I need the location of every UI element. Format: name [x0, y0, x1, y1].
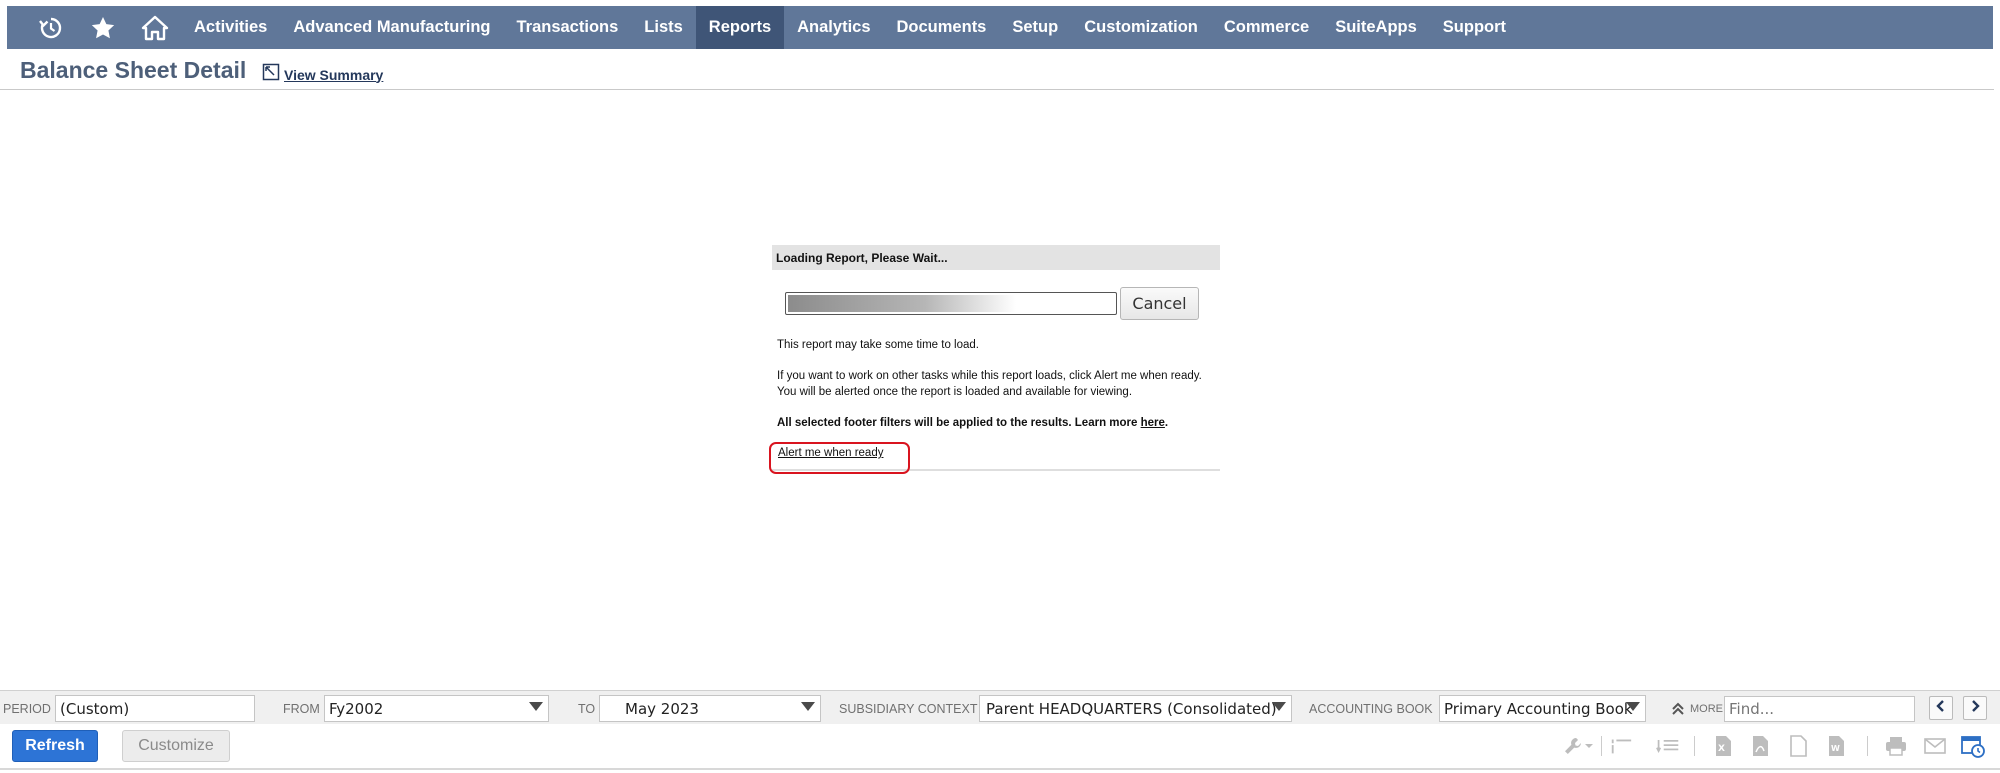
previous-button[interactable] [1929, 696, 1953, 720]
email-icon[interactable] [1923, 734, 1947, 758]
nav-support[interactable]: Support [1430, 6, 1519, 49]
alert-me-link[interactable]: Alert me when ready [778, 447, 883, 459]
accounting-book-label: ACCOUNTING BOOK [1309, 702, 1433, 716]
action-bar: Refresh Customize X W [0, 724, 2000, 770]
footer-filters-bar: PERIOD (Custom) FROM Fy2002 TO May 2023 … [0, 690, 2000, 724]
nav-transactions[interactable]: Transactions [503, 6, 631, 49]
nav-commerce[interactable]: Commerce [1211, 6, 1322, 49]
recent-icon[interactable] [25, 6, 77, 49]
progress-fill [788, 295, 1017, 312]
wrench-icon[interactable] [1561, 734, 1585, 758]
top-navigation: Activities Advanced Manufacturing Transa… [7, 6, 1993, 49]
chevron-down-icon[interactable] [529, 702, 543, 711]
period-label: PERIOD [3, 702, 51, 716]
print-icon[interactable] [1884, 734, 1908, 758]
progress-bar [785, 292, 1117, 315]
view-summary-label[interactable]: View Summary [284, 67, 383, 83]
footer-filters-text: All selected footer filters will be appl… [777, 417, 1141, 429]
collapse-icon[interactable] [1609, 734, 1633, 758]
chevron-down-icon[interactable] [1583, 734, 1595, 758]
excel-icon[interactable]: X [1711, 734, 1735, 758]
word-icon[interactable]: W [1824, 734, 1848, 758]
cancel-button[interactable]: Cancel [1120, 287, 1199, 320]
chevron-right-icon [1969, 699, 1981, 717]
nav-analytics[interactable]: Analytics [784, 6, 883, 49]
page-header: Balance Sheet Detail View Summary [0, 49, 1994, 90]
nav-reports[interactable]: Reports [695, 6, 785, 49]
load-time-message: This report may take some time to load. [777, 339, 979, 351]
loading-dialog: Loading Report, Please Wait... Cancel Th… [769, 245, 1220, 474]
view-summary-link[interactable]: View Summary [262, 63, 383, 86]
learn-more-link[interactable]: here [1141, 417, 1165, 429]
svg-text:W: W [1831, 744, 1840, 753]
next-button[interactable] [1963, 696, 1987, 720]
schedule-icon[interactable] [1961, 734, 1985, 758]
period-field[interactable]: (Custom) [55, 695, 255, 722]
footer-filters-note: All selected footer filters will be appl… [777, 415, 1217, 431]
expand-all-icon[interactable] [1656, 734, 1680, 758]
page-title: Balance Sheet Detail [20, 57, 247, 83]
from-label: FROM [283, 702, 320, 716]
nav-activities[interactable]: Activities [181, 6, 280, 49]
loading-header: Loading Report, Please Wait... [772, 245, 1220, 270]
svg-text:X: X [1718, 744, 1725, 754]
subsidiary-label: SUBSIDIARY CONTEXT [839, 702, 978, 716]
nav-customization[interactable]: Customization [1071, 6, 1211, 49]
star-icon[interactable] [77, 6, 129, 49]
to-label: TO [578, 702, 596, 716]
customize-button[interactable]: Customize [122, 730, 230, 762]
accounting-book-select[interactable]: Primary Accounting Book [1439, 695, 1646, 722]
find-input[interactable] [1724, 696, 1915, 722]
chevron-left-icon [1935, 699, 1947, 717]
chevron-down-icon[interactable] [1272, 702, 1286, 711]
refresh-button[interactable]: Refresh [12, 730, 98, 762]
chevron-down-icon[interactable] [1626, 702, 1640, 711]
more-label[interactable]: MORE [1690, 703, 1723, 715]
to-select[interactable]: May 2023 [599, 695, 821, 722]
chevron-down-icon[interactable] [801, 702, 815, 711]
nav-setup[interactable]: Setup [999, 6, 1071, 49]
nav-suiteapps[interactable]: SuiteApps [1322, 6, 1430, 49]
alert-instructions: If you want to work on other tasks while… [777, 370, 1202, 398]
home-icon[interactable] [129, 6, 181, 49]
nav-advanced-manufacturing[interactable]: Advanced Manufacturing [280, 6, 503, 49]
chevron-up-double-icon[interactable] [1670, 701, 1686, 722]
pdf-icon[interactable] [1748, 734, 1772, 758]
nav-documents[interactable]: Documents [884, 6, 1000, 49]
footer-filters-end: . [1164, 417, 1169, 429]
expand-icon [262, 63, 280, 86]
from-select[interactable]: Fy2002 [324, 695, 549, 722]
csv-icon[interactable] [1786, 734, 1810, 758]
nav-lists[interactable]: Lists [631, 6, 696, 49]
subsidiary-select[interactable]: Parent HEADQUARTERS (Consolidated) [979, 695, 1292, 722]
